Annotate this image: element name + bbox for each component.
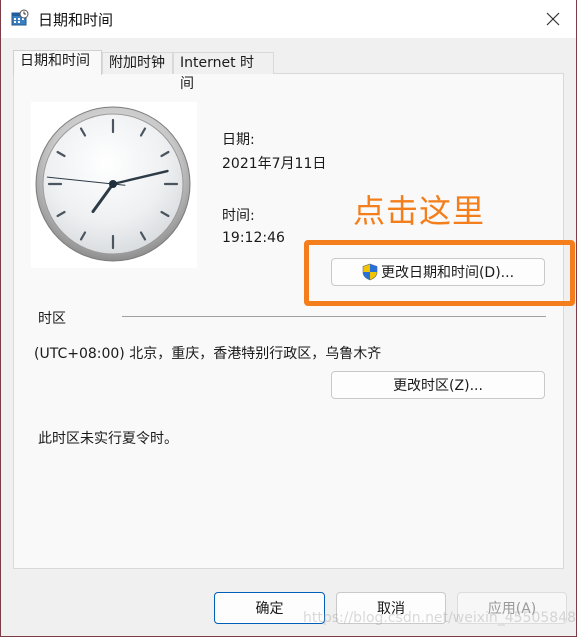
change-date-time-label: 更改日期和时间(D)... (380, 265, 515, 281)
annotation-text: 点击这里 (353, 192, 486, 230)
clock-face-icon (35, 106, 191, 262)
window-title: 日期和时间 (38, 11, 114, 29)
dst-note: 此时区未实行夏令时。 (38, 431, 178, 447)
title-bar[interactable]: 日期和时间 (1, 0, 576, 38)
change-timezone-button[interactable]: 更改时区(Z)... (331, 371, 545, 399)
tab-date-and-time[interactable]: 日期和时间 (13, 50, 102, 75)
timezone-header: 时区 (38, 311, 66, 327)
tab-additional-clocks[interactable]: 附加时钟 (102, 52, 173, 74)
timezone-divider (122, 316, 546, 317)
uac-shield-icon (362, 263, 378, 281)
time-value: 19:12:46 (222, 230, 285, 246)
analog-clock (31, 102, 197, 268)
date-label: 日期: (222, 132, 255, 148)
date-value: 2021年7月11日 (222, 156, 327, 172)
close-icon (546, 12, 560, 26)
close-button[interactable] (530, 0, 576, 38)
timezone-value: (UTC+08:00) 北京，重庆，香港特别行政区，乌鲁木齐 (34, 346, 382, 362)
date-time-control-panel-icon (11, 9, 29, 26)
watermark-text: https://blog.csdn.net/weixin_45505848 (303, 610, 577, 626)
date-time-dialog: 日期和时间 日期和时间 附加时钟 Internet 时间 日期: 2021年7月… (0, 0, 577, 637)
change-date-time-button[interactable]: 更改日期和时间(D)... (331, 258, 545, 286)
time-label: 时间: (222, 208, 255, 224)
tab-internet-time[interactable]: Internet 时间 (173, 52, 274, 92)
